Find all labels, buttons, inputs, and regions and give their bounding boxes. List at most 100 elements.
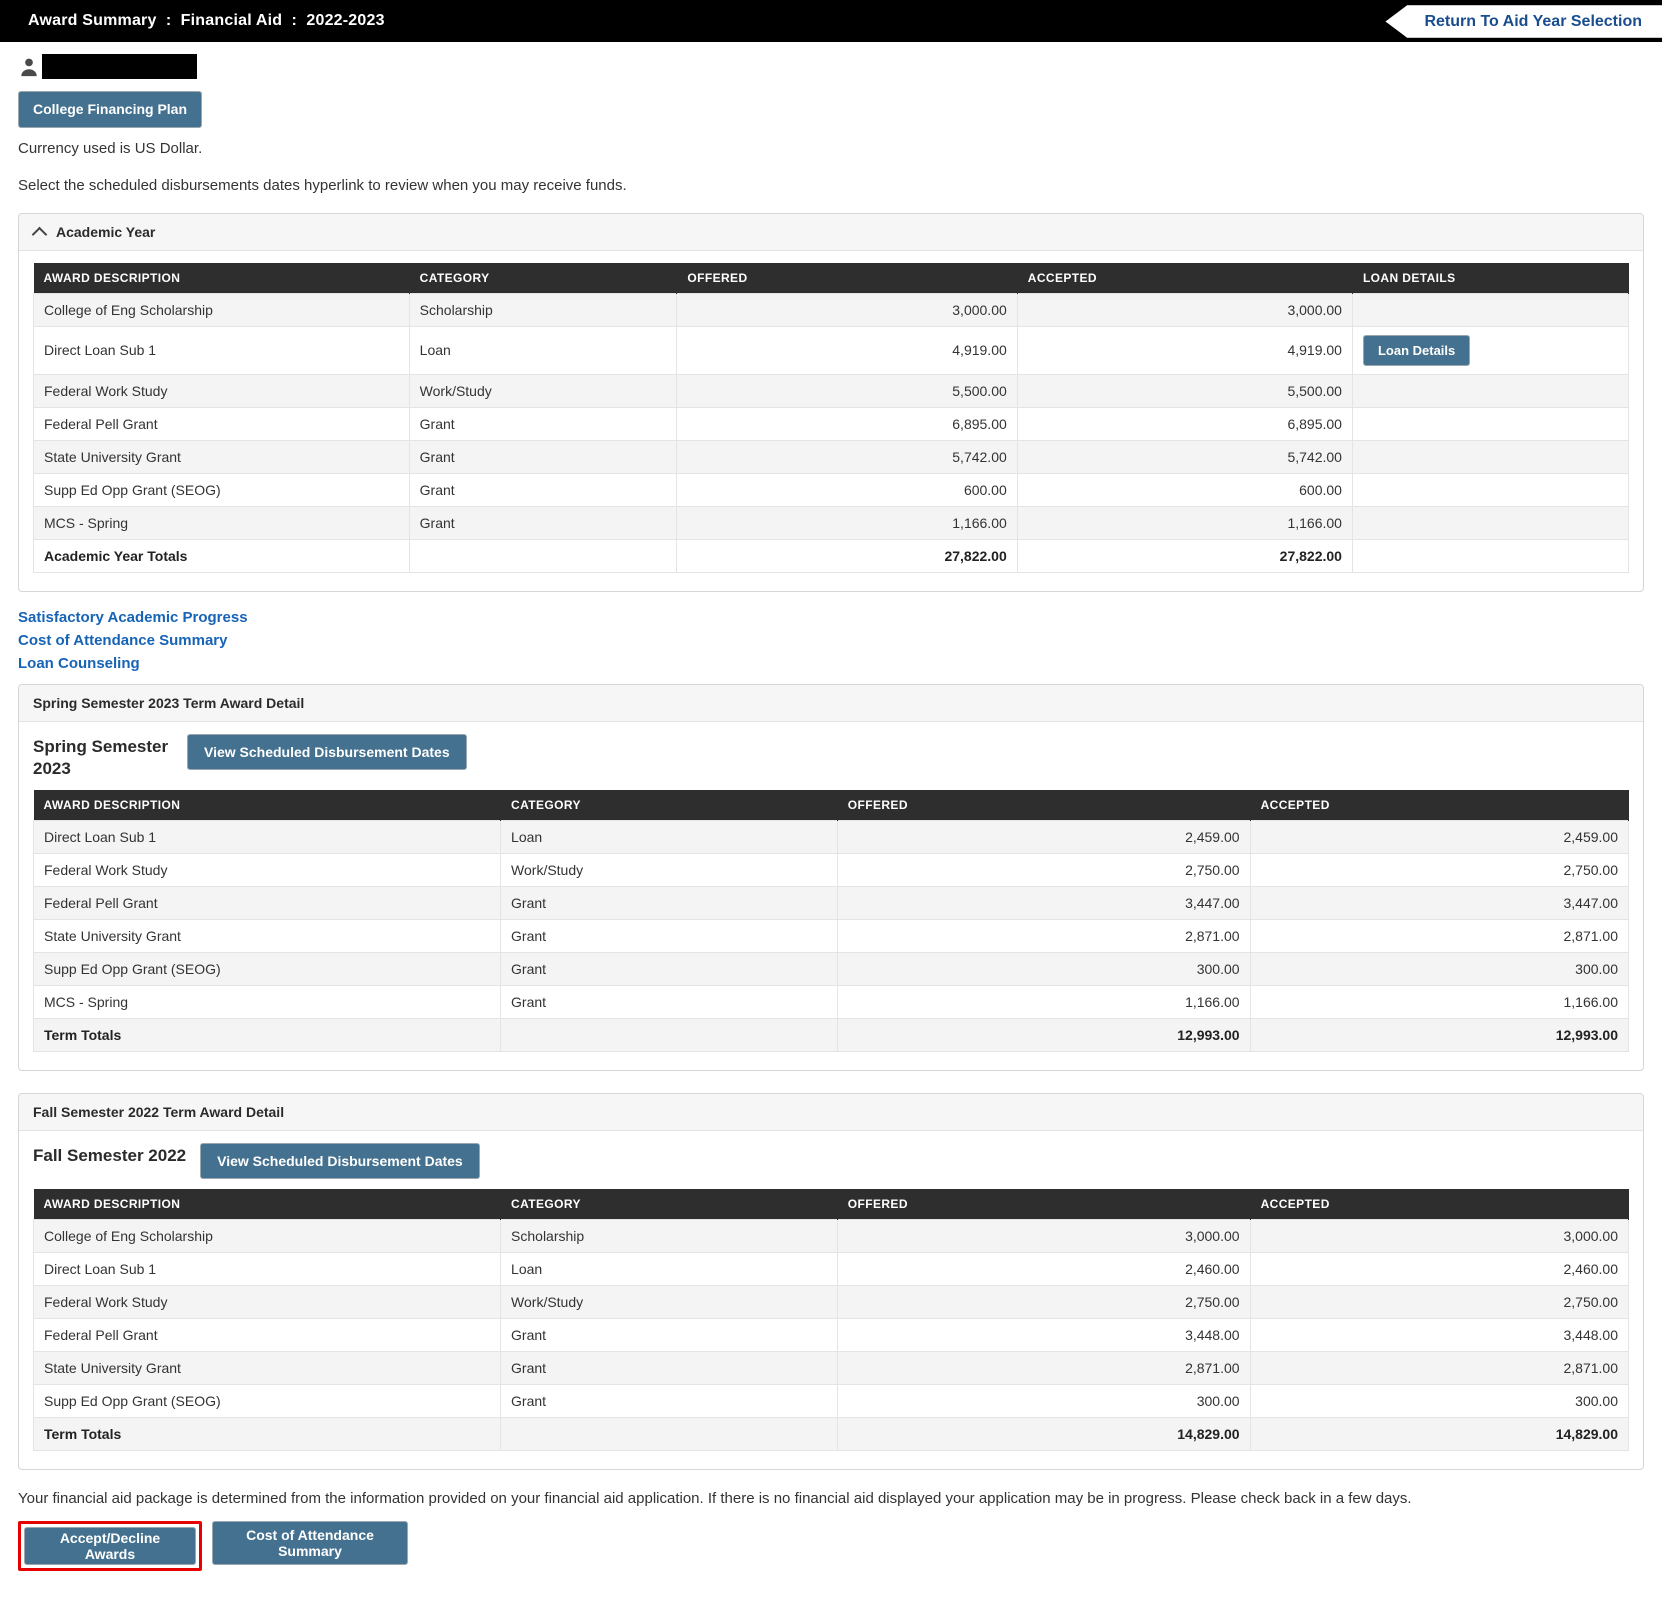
column-header-offered: OFFERED [837, 1189, 1251, 1220]
column-header-loan-details: LOAN DETAILS [1352, 262, 1630, 294]
cell-award-description: Direct Loan Sub 1 [32, 1252, 502, 1287]
cell-totals-offered: 27,822.00 [676, 538, 1018, 573]
page-title: Award Summary : Financial Aid : 2022-202… [28, 12, 385, 29]
cost-of-attendance-summary-label: Cost of Attendance Summary [246, 1526, 374, 1560]
link-satisfactory-academic-progress[interactable]: Satisfactory Academic Progress [18, 606, 1644, 629]
table-row: Federal Work Study Work/Study 5,500.00 5… [33, 373, 1630, 408]
cell-category: Work/Study [500, 852, 838, 887]
chevron-up-icon[interactable] [33, 225, 46, 238]
cell-totals-loan-details [1351, 538, 1630, 573]
footer-actions: Accept/Decline Awards Cost of Attendance… [18, 1521, 1644, 1599]
cell-award-description: Supp Ed Opp Grant (SEOG) [32, 951, 502, 986]
cell-category: Grant [500, 951, 838, 986]
return-to-aid-year-selection-button[interactable]: Return To Aid Year Selection [1385, 5, 1662, 38]
table-row: Federal Work Study Work/Study 2,750.00 2… [32, 1285, 1630, 1320]
fall-view-disbursement-dates-button[interactable]: View Scheduled Disbursement Dates [200, 1142, 480, 1180]
cell-accepted: 2,459.00 [1249, 819, 1630, 854]
table-row: College of Eng Scholarship Scholarship 3… [32, 1219, 1630, 1254]
table-row: State University Grant Grant 5,742.00 5,… [33, 439, 1630, 474]
cell-accepted: 4,919.00 [1016, 325, 1353, 375]
cell-category: Grant [500, 1351, 838, 1386]
cell-accepted: 3,447.00 [1249, 885, 1630, 920]
cell-award-description: State University Grant [33, 439, 410, 474]
cell-totals-offered: 12,993.00 [836, 1017, 1251, 1052]
college-financing-plan-button[interactable]: College Financing Plan [18, 91, 203, 128]
cost-of-attendance-summary-button[interactable]: Cost of Attendance Summary [212, 1521, 408, 1566]
cell-award-description: Direct Loan Sub 1 [33, 325, 410, 375]
cell-category: Grant [500, 918, 838, 953]
loan-details-label: Loan Details [1377, 342, 1456, 358]
column-header-offered: OFFERED [676, 262, 1018, 294]
cell-category: Grant [408, 505, 678, 540]
table-row: Supp Ed Opp Grant (SEOG) Grant 300.00 30… [32, 1384, 1630, 1419]
cell-offered: 2,460.00 [836, 1252, 1251, 1287]
cell-totals-label: Term Totals [32, 1417, 502, 1452]
table-header-row: AWARD DESCRIPTION CATEGORY OFFERED ACCEP… [33, 262, 1630, 294]
cell-category: Loan [408, 325, 678, 375]
cell-award-description: MCS - Spring [33, 505, 410, 540]
cell-accepted: 3,000.00 [1249, 1219, 1630, 1254]
fall-term-panel-header: Fall Semester 2022 Term Award Detail [19, 1093, 1643, 1131]
accept-decline-awards-button[interactable]: Accept/Decline Awards [24, 1527, 196, 1566]
cell-category: Loan [500, 1252, 838, 1287]
cell-award-description: Direct Loan Sub 1 [32, 819, 502, 854]
table-row: Direct Loan Sub 1 Loan 2,459.00 2,459.00 [32, 819, 1630, 854]
table-totals-row: Term Totals 12,993.00 12,993.00 [32, 1017, 1630, 1052]
cell-category: Scholarship [408, 292, 678, 327]
cell-offered: 1,166.00 [676, 505, 1018, 540]
cell-accepted: 2,460.00 [1249, 1252, 1630, 1287]
college-financing-plan-label: College Financing Plan [33, 101, 188, 117]
spring-term-header-row: Spring Semester 2023 View Scheduled Disb… [33, 733, 1629, 780]
table-row: Direct Loan Sub 1 Loan 2,460.00 2,460.00 [32, 1252, 1630, 1287]
cell-offered: 3,000.00 [836, 1219, 1251, 1254]
fall-term-table: AWARD DESCRIPTION CATEGORY OFFERED ACCEP… [32, 1189, 1630, 1452]
cell-category: Loan [500, 819, 838, 854]
link-cost-of-attendance-summary[interactable]: Cost of Attendance Summary [18, 629, 1644, 652]
cell-category: Grant [500, 1384, 838, 1419]
cell-award-description: Federal Work Study [32, 1285, 502, 1320]
spring-term-table: AWARD DESCRIPTION CATEGORY OFFERED ACCEP… [32, 789, 1630, 1052]
cell-award-description: State University Grant [32, 1351, 502, 1386]
related-links-list: Satisfactory Academic Progress Cost of A… [18, 606, 1644, 675]
cell-offered: 600.00 [676, 472, 1018, 507]
cell-award-description: MCS - Spring [32, 984, 502, 1019]
table-row: Federal Pell Grant Grant 3,447.00 3,447.… [32, 885, 1630, 920]
cell-category: Grant [500, 885, 838, 920]
cell-totals-category [500, 1417, 838, 1452]
cell-loan-details [1351, 292, 1630, 327]
cell-totals-label: Academic Year Totals [33, 538, 410, 573]
column-header-award-description: AWARD DESCRIPTION [33, 789, 502, 821]
cell-award-description: College of Eng Scholarship [32, 1219, 502, 1254]
person-icon [21, 58, 37, 76]
column-header-award-description: AWARD DESCRIPTION [33, 1189, 502, 1220]
cell-accepted: 2,750.00 [1249, 852, 1630, 887]
cell-category: Grant [500, 984, 838, 1019]
fall-term-panel-title: Fall Semester 2022 Term Award Detail [33, 1103, 285, 1120]
table-totals-row: Term Totals 14,829.00 14,829.00 [32, 1417, 1630, 1452]
cell-award-description: Federal Work Study [33, 373, 410, 408]
link-loan-counseling[interactable]: Loan Counseling [18, 652, 1644, 675]
cell-offered: 6,895.00 [676, 406, 1018, 441]
table-row: Supp Ed Opp Grant (SEOG) Grant 300.00 30… [32, 951, 1630, 986]
academic-year-panel-header[interactable]: Academic Year [19, 213, 1643, 251]
column-header-award-description: AWARD DESCRIPTION [33, 262, 410, 294]
cell-award-description: Supp Ed Opp Grant (SEOG) [33, 472, 410, 507]
cell-accepted: 2,750.00 [1249, 1285, 1630, 1320]
cell-offered: 3,447.00 [836, 885, 1251, 920]
fall-term-panel: Fall Semester 2022 Term Award Detail Fal… [18, 1092, 1644, 1471]
academic-year-panel-title: Academic Year [56, 223, 156, 240]
spring-view-disbursement-dates-label: View Scheduled Disbursement Dates [204, 743, 450, 760]
fall-view-disbursement-dates-label: View Scheduled Disbursement Dates [217, 1152, 463, 1169]
loan-details-button[interactable]: Loan Details [1362, 334, 1471, 366]
cell-offered: 5,742.00 [676, 439, 1018, 474]
spring-view-disbursement-dates-button[interactable]: View Scheduled Disbursement Dates [187, 733, 467, 771]
column-header-category: CATEGORY [500, 1189, 838, 1220]
academic-year-table: AWARD DESCRIPTION CATEGORY OFFERED ACCEP… [33, 262, 1630, 573]
cell-accepted: 300.00 [1249, 951, 1630, 986]
column-header-offered: OFFERED [837, 789, 1251, 821]
cell-offered: 2,871.00 [836, 1351, 1251, 1386]
table-row: State University Grant Grant 2,871.00 2,… [32, 1351, 1630, 1386]
cell-offered: 3,448.00 [836, 1318, 1251, 1353]
cell-loan-details [1351, 406, 1630, 441]
cell-loan-details [1351, 505, 1630, 540]
